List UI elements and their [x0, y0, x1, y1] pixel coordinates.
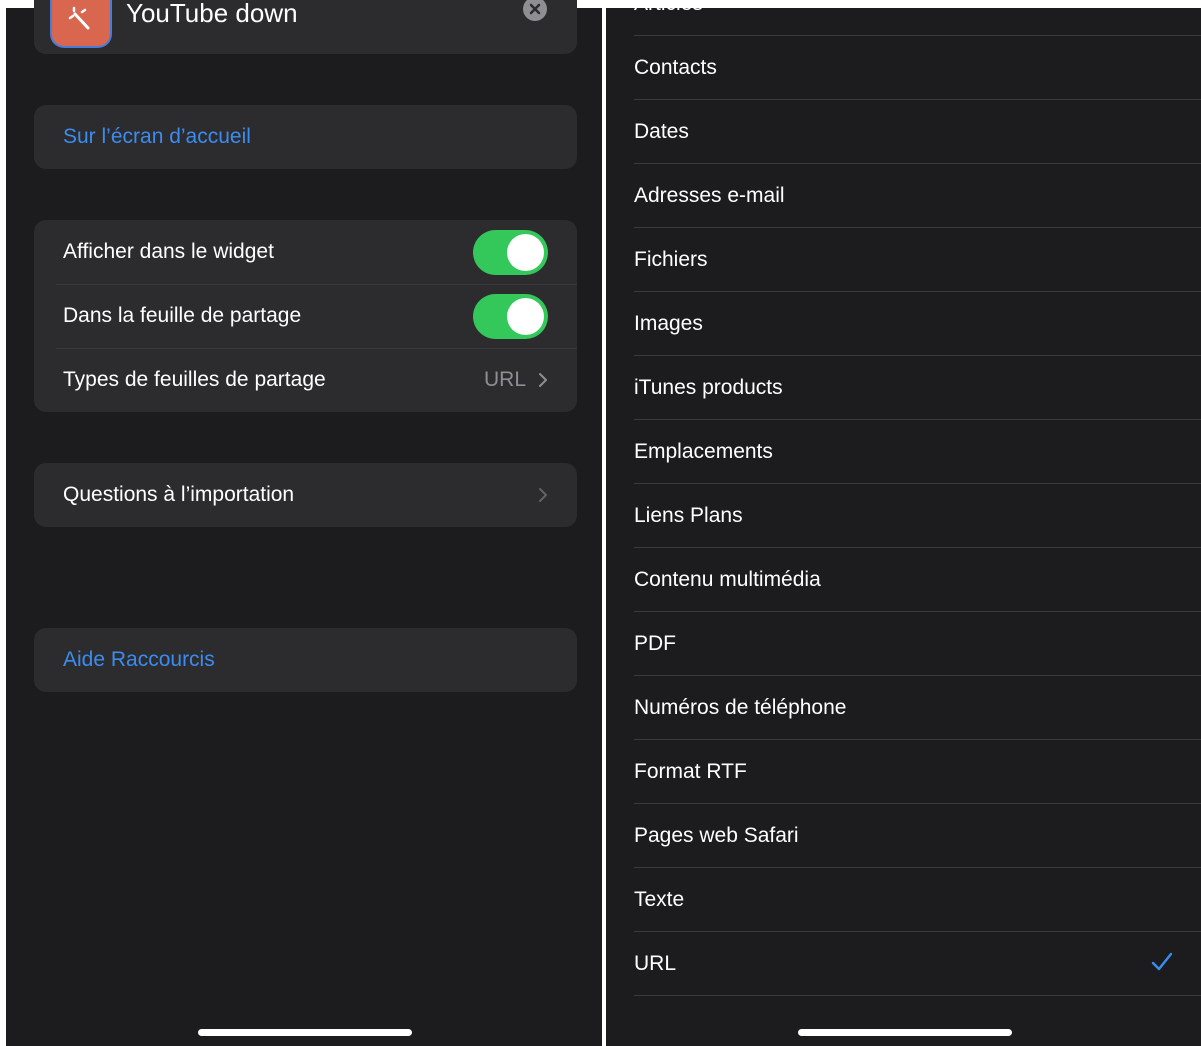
widget-setting-label: Afficher dans le widget: [63, 240, 274, 263]
list-item-label: Fichiers: [634, 248, 708, 271]
list-item[interactable]: Pages web Safari: [634, 804, 1201, 868]
list-item[interactable]: Liens Plans: [634, 484, 1201, 548]
import-questions-row[interactable]: Questions à l’importation: [34, 463, 577, 527]
home-indicator[interactable]: [798, 1029, 1012, 1036]
list-item-label: Articles: [634, 0, 703, 15]
list-item[interactable]: iTunes products: [634, 356, 1201, 420]
list-item-label: PDF: [634, 632, 676, 655]
sharing-settings-card: Afficher dans le widget Dans la feuille …: [34, 220, 577, 412]
list-item-label: Images: [634, 312, 703, 335]
list-item[interactable]: Dates: [634, 100, 1201, 164]
list-item[interactable]: Adresses e-mail: [634, 164, 1201, 228]
toggle-knob: [507, 233, 544, 271]
shortcuts-help-label: Aide Raccourcis: [63, 648, 215, 671]
list-item[interactable]: URL: [634, 932, 1201, 996]
list-item-label: Contacts: [634, 56, 717, 79]
list-item-label: Pages web Safari: [634, 824, 799, 847]
list-item-label: Texte: [634, 888, 685, 911]
add-to-home-screen-button[interactable]: Sur l’écran d’accueil: [34, 105, 577, 169]
list-item[interactable]: Fichiers: [634, 228, 1201, 292]
list-item-label: Numéros de téléphone: [634, 696, 847, 719]
list-item[interactable]: Images: [634, 292, 1201, 356]
add-to-home-screen-label: Sur l’écran d’accueil: [63, 125, 251, 148]
share-sheet-types-label: Types de feuilles de partage: [63, 368, 326, 391]
import-questions-label: Questions à l’importation: [63, 483, 295, 506]
toggle-knob: [507, 297, 544, 335]
list-item-label: Adresses e-mail: [634, 184, 785, 207]
list-item-label: Liens Plans: [634, 504, 743, 527]
list-item[interactable]: Contacts: [634, 36, 1201, 100]
wand-icon: [68, 6, 90, 30]
shortcut-header-card: YouTube down: [34, 0, 577, 54]
list-item[interactable]: Emplacements: [634, 420, 1201, 484]
share-sheet-setting-label: Dans la feuille de partage: [63, 304, 302, 327]
list-item-label: iTunes products: [634, 376, 783, 399]
share-sheet-types-value: URL: [483, 368, 526, 391]
list-item[interactable]: Texte: [634, 868, 1201, 932]
list-item-label: Format RTF: [634, 760, 747, 783]
list-item[interactable]: Format RTF: [634, 740, 1201, 804]
list-item-label: Emplacements: [634, 440, 773, 463]
home-screen-card: Sur l’écran d’accueil: [34, 105, 577, 169]
share-sheet-types-pane: Articles Contacts Dates Adresses e-mail Fich…: [606, 0, 1201, 1046]
list-item-label: Contenu multimédia: [634, 568, 821, 591]
share-sheet-setting-row: Dans la feuille de partage: [34, 284, 577, 348]
shortcut-details-pane: YouTube down Sur l’écran d’accueil Affic…: [6, 0, 602, 1046]
shortcuts-help-button[interactable]: Aide Raccourcis: [34, 628, 577, 692]
chevron-right-icon: [538, 487, 548, 503]
list-item-label: Dates: [634, 120, 689, 143]
widget-toggle[interactable]: [473, 229, 548, 275]
shortcut-name-field[interactable]: YouTube down: [126, 0, 298, 29]
import-questions-card: Questions à l’importation: [34, 463, 577, 527]
widget-setting-row: Afficher dans le widget: [34, 220, 577, 284]
list-item-label: URL: [634, 952, 677, 975]
chevron-right-icon: [538, 372, 548, 388]
list-item[interactable]: Contenu multimédia: [634, 548, 1201, 612]
checkmark-icon: [1151, 952, 1173, 977]
share-sheet-toggle[interactable]: [473, 293, 548, 339]
share-sheet-types-list: Articles Contacts Dates Adresses e-mail Fich…: [634, 0, 1201, 996]
shortcut-app-icon[interactable]: [52, 0, 110, 46]
share-sheet-types-row[interactable]: Types de feuilles de partage URL: [34, 348, 577, 412]
list-item[interactable]: PDF: [634, 612, 1201, 676]
clear-name-button[interactable]: [523, 0, 547, 21]
list-item[interactable]: Numéros de téléphone: [634, 676, 1201, 740]
close-icon: [529, 3, 541, 15]
help-card: Aide Raccourcis: [34, 628, 577, 692]
home-indicator[interactable]: [198, 1029, 412, 1036]
list-item[interactable]: Articles: [634, 0, 1201, 36]
